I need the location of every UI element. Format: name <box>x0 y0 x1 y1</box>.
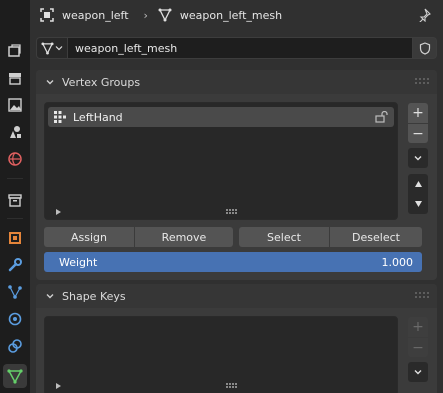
vertex-groups-panel: Vertex Groups LeftHand + − Assign Remove… <box>36 70 437 280</box>
object-icon <box>9 232 21 244</box>
mesh-datablock-selector: weapon_left_mesh <box>36 37 437 59</box>
pin-icon[interactable] <box>415 6 433 24</box>
drag-handle-icon[interactable] <box>415 292 429 300</box>
add-shape-key-button[interactable]: + <box>408 317 428 337</box>
tab-particles[interactable] <box>3 280 27 304</box>
mesh-data-icon <box>156 6 174 24</box>
object-icon <box>38 6 56 24</box>
minus-icon: − <box>412 125 424 142</box>
tab-render[interactable] <box>3 66 27 90</box>
breadcrumb-mesh-name: weapon_left_mesh <box>179 8 283 22</box>
add-vertex-group-button[interactable]: + <box>408 103 428 123</box>
vertex-group-specials-button[interactable] <box>408 148 428 168</box>
vertex-group-icon <box>53 110 67 124</box>
fake-user-button[interactable] <box>413 37 437 59</box>
chevron-down-icon <box>414 370 422 375</box>
filter-options-toggle-icon[interactable] <box>56 383 61 389</box>
tab-collection[interactable] <box>3 188 27 212</box>
mesh-name-value: weapon_left_mesh <box>75 41 178 55</box>
resize-grip-icon[interactable] <box>226 383 238 389</box>
vertex-group-name: LeftHand <box>73 110 123 124</box>
remove-button[interactable]: Remove <box>135 227 233 247</box>
shape-key-list <box>44 316 398 393</box>
tab-tool[interactable] <box>3 39 27 63</box>
datablock-browse-button[interactable] <box>36 37 68 59</box>
move-up-button[interactable] <box>408 174 428 194</box>
deselect-button[interactable]: Deselect <box>330 227 422 247</box>
tab-separator <box>7 218 23 219</box>
tab-output[interactable] <box>3 93 27 117</box>
weight-label: Weight <box>59 255 98 269</box>
vertex-groups-title: Vertex Groups <box>62 75 141 89</box>
tab-separator <box>7 178 23 179</box>
remove-shape-key-button[interactable]: − <box>408 337 428 357</box>
render-icon <box>9 73 21 85</box>
tab-scene[interactable] <box>3 147 27 171</box>
chevron-down-icon <box>44 290 56 302</box>
vertex-group-select-buttons: Select Deselect <box>239 227 422 247</box>
triangle-down-icon <box>414 201 422 207</box>
chevron-down-icon <box>414 156 422 161</box>
vertex-groups-header[interactable]: Vertex Groups <box>36 70 437 94</box>
assign-button[interactable]: Assign <box>44 227 135 247</box>
unlocked-icon[interactable] <box>375 111 388 123</box>
tab-constraints[interactable] <box>3 334 27 358</box>
shape-keys-title: Shape Keys <box>62 289 126 303</box>
breadcrumb: weapon_left › weapon_left_mesh <box>30 0 443 30</box>
tab-physics[interactable] <box>3 307 27 331</box>
breadcrumb-separator: › <box>143 8 148 22</box>
tab-data[interactable] <box>3 364 27 388</box>
tab-modifiers[interactable] <box>3 253 27 277</box>
triangle-up-icon <box>414 181 422 187</box>
chevron-down-icon <box>44 76 56 88</box>
mesh-data-icon <box>41 41 54 55</box>
properties-tab-strip <box>0 0 30 393</box>
minus-icon: − <box>412 339 424 356</box>
list-item[interactable]: LeftHand <box>48 107 394 127</box>
shape-keys-header[interactable]: Shape Keys <box>36 284 437 308</box>
weight-slider[interactable]: Weight 1.000 <box>44 252 422 272</box>
mesh-data-icon <box>7 369 23 384</box>
properties-editor: weapon_left › weapon_left_mesh weapon_le… <box>30 0 443 393</box>
drag-handle-icon[interactable] <box>415 78 429 86</box>
tab-view-layer[interactable] <box>3 120 27 144</box>
chevron-down-icon <box>55 46 63 51</box>
vertex-group-list: LeftHand <box>44 102 398 220</box>
particles-icon <box>8 285 22 299</box>
view-layer-icon <box>10 126 21 138</box>
tool-icon <box>8 44 21 57</box>
breadcrumb-object-name: weapon_left <box>62 8 129 22</box>
shield-icon <box>419 41 430 55</box>
plus-icon: + <box>412 319 424 335</box>
resize-grip-icon[interactable] <box>226 209 238 215</box>
physics-icon <box>8 312 22 326</box>
filter-options-toggle-icon[interactable] <box>56 209 61 215</box>
vertex-group-action-buttons: Assign Remove <box>44 227 233 247</box>
weight-value: 1.000 <box>381 255 414 269</box>
shape-keys-panel: Shape Keys + − <box>36 284 437 393</box>
select-button[interactable]: Select <box>239 227 330 247</box>
collection-icon <box>8 194 22 207</box>
tab-object[interactable] <box>3 226 27 250</box>
output-icon <box>8 98 22 112</box>
mesh-name-field[interactable]: weapon_left_mesh <box>68 37 413 59</box>
plus-icon: + <box>412 105 424 121</box>
move-down-button[interactable] <box>408 194 428 214</box>
remove-vertex-group-button[interactable]: − <box>408 123 428 143</box>
shape-key-specials-button[interactable] <box>408 362 428 382</box>
constraints-icon <box>8 339 22 353</box>
scene-icon <box>8 152 22 166</box>
wrench-icon <box>8 258 22 272</box>
